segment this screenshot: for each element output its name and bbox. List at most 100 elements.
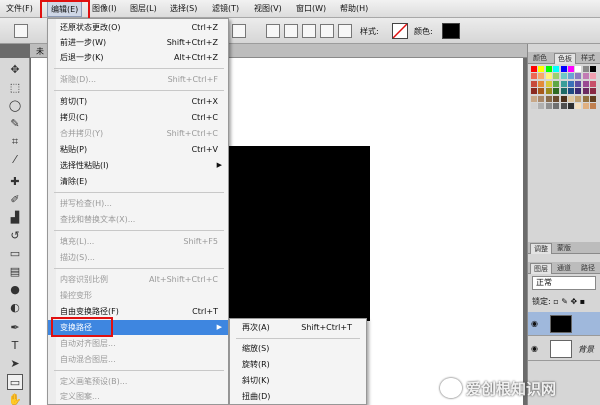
- combine-intersect-icon[interactable]: [320, 24, 334, 38]
- menu-item-content-aware-scale[interactable]: 内容识别比例 Alt+Shift+Ctrl+C: [48, 272, 228, 287]
- swatch-cell[interactable]: [545, 103, 552, 109]
- swatch-cell[interactable]: [560, 66, 567, 72]
- swatch-cell[interactable]: [575, 73, 582, 80]
- swatch-cell[interactable]: [575, 80, 582, 87]
- swatch-cell[interactable]: [538, 88, 545, 95]
- eyedropper-tool-icon[interactable]: ⁄: [7, 152, 23, 168]
- swatch-cell[interactable]: [575, 95, 582, 102]
- color-swatch[interactable]: [442, 23, 460, 39]
- menu-window[interactable]: 窗口(W): [296, 3, 326, 14]
- swatch-cell[interactable]: [545, 88, 552, 95]
- blur-tool-icon[interactable]: ●: [7, 282, 23, 298]
- menu-item-define-pattern[interactable]: 定义图案...: [48, 389, 228, 404]
- quick-select-tool-icon[interactable]: ✎: [7, 116, 23, 132]
- tab-channels[interactable]: 通道: [554, 263, 574, 274]
- swatch-cell[interactable]: [590, 95, 597, 102]
- menu-item-fill[interactable]: 填充(L)... Shift+F5: [48, 234, 228, 249]
- style-swatch[interactable]: [392, 23, 408, 39]
- swatch-cell[interactable]: [538, 103, 545, 109]
- swatch-cell[interactable]: [553, 95, 560, 102]
- menu-item-clear[interactable]: 清除(E): [48, 174, 228, 189]
- swatch-cell[interactable]: [553, 103, 560, 109]
- menu-item-define-brush[interactable]: 定义画笔预设(B)...: [48, 374, 228, 389]
- menu-item-paste-special[interactable]: 选择性粘贴(I) ▶: [48, 158, 228, 173]
- swatch-cell[interactable]: [575, 66, 582, 72]
- swatch-cell[interactable]: [568, 73, 574, 80]
- swatch-cell[interactable]: [560, 80, 567, 87]
- swatch-cell[interactable]: [582, 95, 589, 102]
- tab-paths[interactable]: 路径: [578, 263, 598, 274]
- swatch-cell[interactable]: [538, 95, 545, 102]
- menu-item-step-backward[interactable]: 后退一步(K) Alt+Ctrl+Z: [48, 50, 228, 65]
- swatch-cell[interactable]: [545, 95, 552, 102]
- combine-subtract-icon[interactable]: [302, 24, 316, 38]
- type-tool-icon[interactable]: T: [7, 338, 23, 354]
- swatch-cell[interactable]: [590, 103, 597, 109]
- menu-item-step-forward[interactable]: 前进一步(W) Shift+Ctrl+Z: [48, 35, 228, 50]
- menu-item-cut[interactable]: 剪切(T) Ctrl+X: [48, 94, 228, 109]
- dodge-tool-icon[interactable]: ◐: [7, 300, 23, 316]
- swatch-cell[interactable]: [560, 95, 567, 102]
- tab-swatches[interactable]: 色板: [554, 53, 576, 64]
- layer-row-shape[interactable]: ◉: [528, 312, 600, 336]
- combine-exclude-icon[interactable]: [338, 24, 352, 38]
- swatch-cell[interactable]: [568, 80, 574, 87]
- tab-styles[interactable]: 样式: [578, 53, 598, 64]
- swatch-cell[interactable]: [568, 103, 574, 109]
- submenu-item-skew[interactable]: 斜切(K): [230, 373, 366, 389]
- rectangle-tool-icon[interactable]: ▭: [7, 374, 23, 390]
- combine-add-icon[interactable]: [284, 24, 298, 38]
- menu-view[interactable]: 视图(V): [254, 3, 282, 14]
- lock-all-icon[interactable]: ▪: [580, 297, 585, 306]
- lock-position-icon[interactable]: ✥: [570, 297, 577, 306]
- menu-item-undo[interactable]: 还原状态更改(O) Ctrl+Z: [48, 20, 228, 35]
- eye-icon[interactable]: ◉: [531, 344, 538, 353]
- menu-item-copy[interactable]: 拷贝(C) Ctrl+C: [48, 110, 228, 125]
- menu-select[interactable]: 选择(S): [170, 3, 197, 14]
- swatch-cell[interactable]: [553, 73, 560, 80]
- swatch-cell[interactable]: [560, 103, 567, 109]
- swatch-cell[interactable]: [545, 80, 552, 87]
- swatch-cell[interactable]: [531, 73, 537, 80]
- brush-tool-icon[interactable]: ✐: [7, 192, 23, 208]
- shape-tool-icon[interactable]: [14, 24, 28, 38]
- menu-image[interactable]: 图像(I): [92, 3, 117, 14]
- swatch-cell[interactable]: [582, 103, 589, 109]
- swatch-cell[interactable]: [582, 73, 589, 80]
- menu-item-auto-blend-layers[interactable]: 自动混合图层...: [48, 352, 228, 367]
- tab-color[interactable]: 颜色: [530, 53, 550, 64]
- tab-masks[interactable]: 蒙版: [554, 243, 574, 254]
- swatch-cell[interactable]: [590, 88, 597, 95]
- blend-mode-select[interactable]: 正常: [532, 276, 596, 290]
- swatch-cell[interactable]: [545, 73, 552, 80]
- swatch-cell[interactable]: [568, 88, 574, 95]
- stamp-tool-icon[interactable]: ▟: [7, 210, 23, 226]
- swatch-cell[interactable]: [590, 73, 597, 80]
- menu-item-copy-merged[interactable]: 合并拷贝(Y) Shift+Ctrl+C: [48, 126, 228, 141]
- menu-filter[interactable]: 滤镜(T): [212, 3, 239, 14]
- submenu-item-scale[interactable]: 缩放(S): [230, 341, 366, 357]
- menu-item-find-replace[interactable]: 查找和替换文本(X)...: [48, 212, 228, 227]
- healing-brush-tool-icon[interactable]: ✚: [7, 174, 23, 190]
- menu-item-paste[interactable]: 粘贴(P) Ctrl+V: [48, 142, 228, 157]
- swatch-cell[interactable]: [575, 103, 582, 109]
- menu-item-spell-check[interactable]: 拼写检查(H)...: [48, 196, 228, 211]
- tab-layers[interactable]: 图层: [530, 263, 552, 274]
- shape-preset-icon[interactable]: [232, 24, 246, 38]
- pen-tool-icon[interactable]: ✒: [7, 320, 23, 336]
- history-brush-tool-icon[interactable]: ↺: [7, 228, 23, 244]
- swatch-cell[interactable]: [568, 66, 574, 72]
- swatch-cell[interactable]: [582, 88, 589, 95]
- tab-adjustments[interactable]: 调整: [530, 243, 552, 254]
- swatch-cell[interactable]: [553, 88, 560, 95]
- swatch-cell[interactable]: [531, 66, 537, 72]
- menu-item-stroke[interactable]: 描边(S)...: [48, 250, 228, 265]
- layer-row-background[interactable]: ◉ 背景: [528, 337, 600, 361]
- swatch-cell[interactable]: [553, 66, 560, 72]
- swatch-cell[interactable]: [590, 80, 597, 87]
- swatch-cell[interactable]: [590, 66, 597, 72]
- swatch-cell[interactable]: [582, 66, 589, 72]
- swatch-cell[interactable]: [560, 88, 567, 95]
- path-select-tool-icon[interactable]: ➤: [7, 356, 23, 372]
- move-tool-icon[interactable]: ✥: [7, 62, 23, 78]
